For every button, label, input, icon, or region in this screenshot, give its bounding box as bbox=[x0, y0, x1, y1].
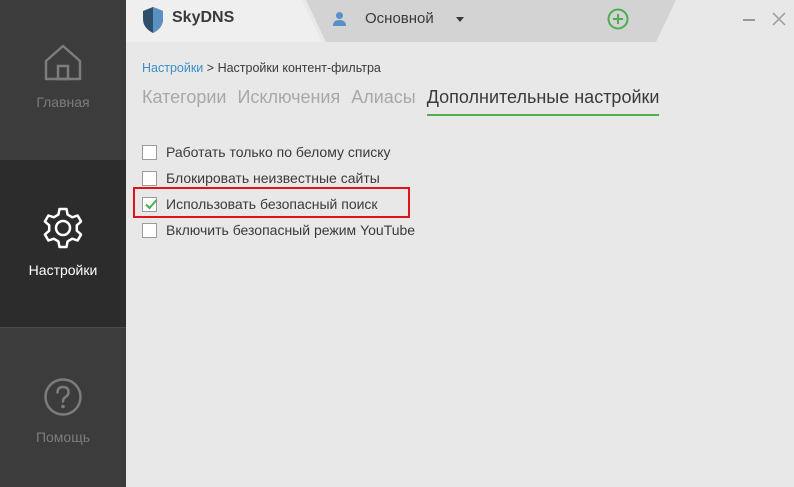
checkbox[interactable] bbox=[142, 144, 157, 160]
header: SkyDNS Основной bbox=[126, 0, 794, 42]
checkbox[interactable] bbox=[142, 222, 157, 238]
logo-shield-icon bbox=[143, 7, 163, 33]
breadcrumb-separator: > bbox=[206, 61, 215, 75]
options-list: Работать только по белому списку Блокиро… bbox=[133, 139, 415, 243]
option-block-unknown-sites[interactable]: Блокировать неизвестные сайты bbox=[142, 165, 415, 191]
sidebar-item-label: Помощь bbox=[35, 429, 91, 445]
option-label: Использовать безопасный поиск bbox=[166, 196, 378, 212]
sidebar-item-label: Настройки bbox=[28, 262, 98, 278]
option-whitelist-only[interactable]: Работать только по белому списку bbox=[142, 139, 415, 165]
profile-name[interactable]: Основной bbox=[365, 10, 434, 27]
sidebar-item-label: Главная bbox=[36, 94, 90, 110]
sidebar: Главная Настройки Помощь bbox=[0, 0, 126, 487]
checkmark-icon bbox=[145, 198, 158, 209]
gear-icon bbox=[43, 207, 83, 249]
plus-circle-icon[interactable] bbox=[607, 8, 629, 30]
breadcrumb: Настройки > Настройки контент-фильтра bbox=[142, 61, 381, 75]
option-youtube-safe-mode[interactable]: Включить безопасный режим YouTube bbox=[142, 217, 415, 243]
sidebar-item-settings[interactable]: Настройки bbox=[0, 160, 126, 327]
option-label: Блокировать неизвестные сайты bbox=[166, 170, 380, 186]
user-icon bbox=[333, 12, 346, 26]
sidebar-item-help[interactable]: Помощь bbox=[0, 327, 126, 487]
tab-categories[interactable]: Категории bbox=[142, 87, 226, 117]
tab-bar: Категории Исключения Алиасы Дополнительн… bbox=[142, 87, 670, 117]
tab-advanced-settings[interactable]: Дополнительные настройки bbox=[426, 87, 660, 116]
tab-exceptions[interactable]: Исключения bbox=[237, 87, 340, 117]
option-label: Работать только по белому списку bbox=[166, 144, 391, 160]
tab-aliases[interactable]: Алиасы bbox=[351, 87, 416, 117]
sidebar-item-home[interactable]: Главная bbox=[0, 0, 126, 160]
help-icon bbox=[44, 378, 82, 416]
option-label: Включить безопасный режим YouTube bbox=[166, 222, 416, 238]
option-safe-search[interactable]: Использовать безопасный поиск bbox=[133, 187, 415, 218]
checkbox-checked[interactable] bbox=[142, 196, 158, 212]
close-icon[interactable] bbox=[772, 12, 786, 26]
breadcrumb-link-settings[interactable]: Настройки bbox=[142, 61, 203, 75]
breadcrumb-current: Настройки контент-фильтра bbox=[217, 61, 381, 75]
home-icon bbox=[44, 44, 82, 81]
checkbox[interactable] bbox=[142, 170, 157, 186]
brand-name: SkyDNS bbox=[172, 9, 235, 26]
chevron-down-icon[interactable] bbox=[456, 17, 464, 22]
minimize-icon[interactable] bbox=[743, 19, 755, 21]
